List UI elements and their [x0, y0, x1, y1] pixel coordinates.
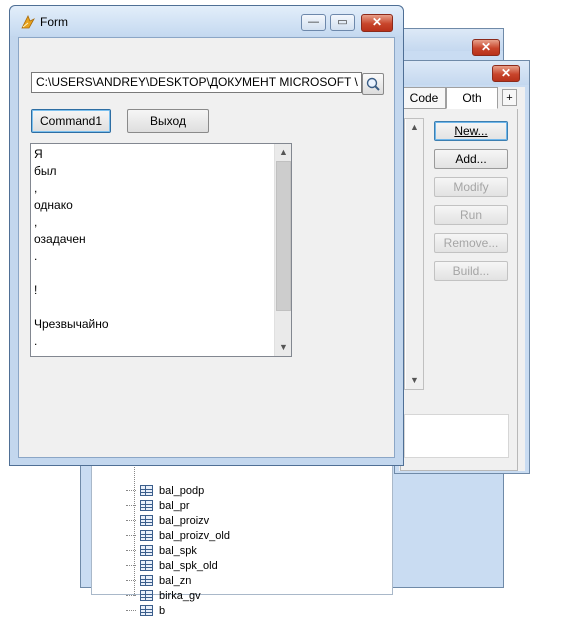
- form-title: Form: [40, 15, 68, 29]
- tree-item-label: birka_gv: [159, 589, 201, 602]
- scroll-down-icon[interactable]: ▼: [406, 372, 423, 389]
- exit-button[interactable]: Выход: [127, 109, 209, 133]
- tree-item-label: bal_spk: [159, 544, 197, 557]
- list-item[interactable]: Чрезвычайно: [34, 316, 109, 333]
- tree-connector-tick: [126, 505, 136, 506]
- table-icon: [140, 515, 153, 526]
- tree-item[interactable]: bal_zn: [126, 573, 192, 588]
- form-close-button[interactable]: ✕: [361, 14, 393, 32]
- tree-item[interactable]: bal_spk: [126, 543, 197, 558]
- list-item[interactable]: Я: [34, 146, 43, 163]
- remove-button[interactable]: Remove...: [434, 233, 508, 253]
- tree-connector-tick: [126, 610, 136, 611]
- table-icon: [140, 530, 153, 541]
- list-item[interactable]: однако: [34, 197, 73, 214]
- tree-item-label: bal_zn: [159, 574, 192, 587]
- run-button[interactable]: Run: [434, 205, 508, 225]
- tree-connector-tick: [126, 580, 136, 581]
- tree-item-label: bal_podp: [159, 484, 205, 497]
- tree-item[interactable]: bal_podp: [126, 483, 205, 498]
- tree-item-label: bal_proizv: [159, 514, 210, 527]
- tree-connector-tick: [126, 535, 136, 536]
- table-icon: [140, 545, 153, 556]
- tab-code-label: Code: [409, 91, 439, 105]
- list-item[interactable]: .: [34, 333, 37, 350]
- listbox-scrollbar[interactable]: ▲ ▼: [274, 144, 291, 356]
- tree-item[interactable]: bal_proizv_old: [126, 528, 230, 543]
- list-item[interactable]: озадачен: [34, 231, 86, 248]
- path-field[interactable]: C:\USERS\ANDREY\DESKTOP\ДОКУМЕНТ MICROSO…: [31, 72, 362, 93]
- tree-connector-tick: [126, 520, 136, 521]
- command1-button[interactable]: Command1: [31, 109, 111, 133]
- item-list: ▲ ▼: [404, 118, 424, 390]
- tree-item-label: bal_spk_old: [159, 559, 218, 572]
- text-listbox[interactable]: Ябыл, однако, озадачен.! Чрезвычайно. ▲ ▼: [30, 143, 292, 357]
- list-item[interactable]: !: [34, 282, 37, 299]
- minimize-button[interactable]: —: [301, 14, 326, 31]
- tree-item[interactable]: bal_pr: [126, 498, 190, 513]
- modify-button[interactable]: Modify: [434, 177, 508, 197]
- build-button-label: Build...: [452, 264, 490, 278]
- scroll-up-icon[interactable]: ▲: [406, 119, 423, 136]
- close-icon: ✕: [371, 15, 383, 29]
- modify-button-label: Modify: [453, 180, 489, 194]
- tree-item-label: b: [159, 604, 166, 617]
- maximize-button[interactable]: ▭: [330, 14, 355, 31]
- item-list-scrollbar[interactable]: ▲ ▼: [406, 119, 423, 389]
- add-button-label: Add...: [455, 152, 487, 166]
- list-item[interactable]: ,: [34, 180, 37, 197]
- tree-item[interactable]: bal_spk_old: [126, 558, 218, 573]
- scroll-thumb[interactable]: [276, 161, 291, 311]
- scroll-down-arrow-icon[interactable]: ▼: [275, 339, 291, 356]
- new-button[interactable]: New...: [434, 121, 508, 141]
- table-icon: [140, 590, 153, 601]
- tab-scroll-button[interactable]: +: [502, 89, 517, 106]
- tab-other[interactable]: Oth: [446, 87, 498, 109]
- tab-other-label: Oth: [462, 91, 482, 105]
- project-manager-close-button[interactable]: ✕: [492, 65, 520, 82]
- magnifier-icon: [366, 77, 380, 91]
- browse-button[interactable]: [362, 73, 384, 95]
- table-icon: [140, 605, 153, 616]
- tree-item[interactable]: birka_gv: [126, 588, 201, 603]
- table-icon: [140, 575, 153, 586]
- project-tree-close-button[interactable]: ✕: [472, 39, 500, 56]
- maximize-icon: ▭: [337, 16, 348, 28]
- list-item[interactable]: .: [34, 248, 37, 265]
- new-button-label: New...: [454, 124, 488, 138]
- tab-code[interactable]: Code: [402, 87, 446, 109]
- tree-connector-tick: [126, 550, 136, 551]
- list-item[interactable]: был: [34, 163, 57, 180]
- description-box: [404, 414, 509, 458]
- tree-item-label: bal_pr: [159, 499, 190, 512]
- tree-connector-tick: [126, 595, 136, 596]
- build-button[interactable]: Build...: [434, 261, 508, 281]
- list-item[interactable]: ,: [34, 214, 37, 231]
- tree-item[interactable]: bal_proizv: [126, 513, 210, 528]
- tree-item[interactable]: b: [126, 603, 166, 618]
- tree-connector-tick: [126, 490, 136, 491]
- tab-scroll-label: +: [506, 91, 513, 104]
- remove-button-label: Remove...: [443, 236, 499, 250]
- command1-label: Command1: [39, 114, 103, 128]
- app-icon: [20, 14, 36, 30]
- table-icon: [140, 500, 153, 511]
- table-icon: [140, 560, 153, 571]
- add-button[interactable]: Add...: [434, 149, 508, 169]
- run-button-label: Run: [459, 208, 482, 222]
- table-icon: [140, 485, 153, 496]
- scroll-up-arrow-icon[interactable]: ▲: [275, 144, 291, 161]
- tree-connector-tick: [126, 565, 136, 566]
- tree-item-label: bal_proizv_old: [159, 529, 230, 542]
- exit-label: Выход: [150, 114, 186, 128]
- minimize-icon: —: [308, 16, 319, 28]
